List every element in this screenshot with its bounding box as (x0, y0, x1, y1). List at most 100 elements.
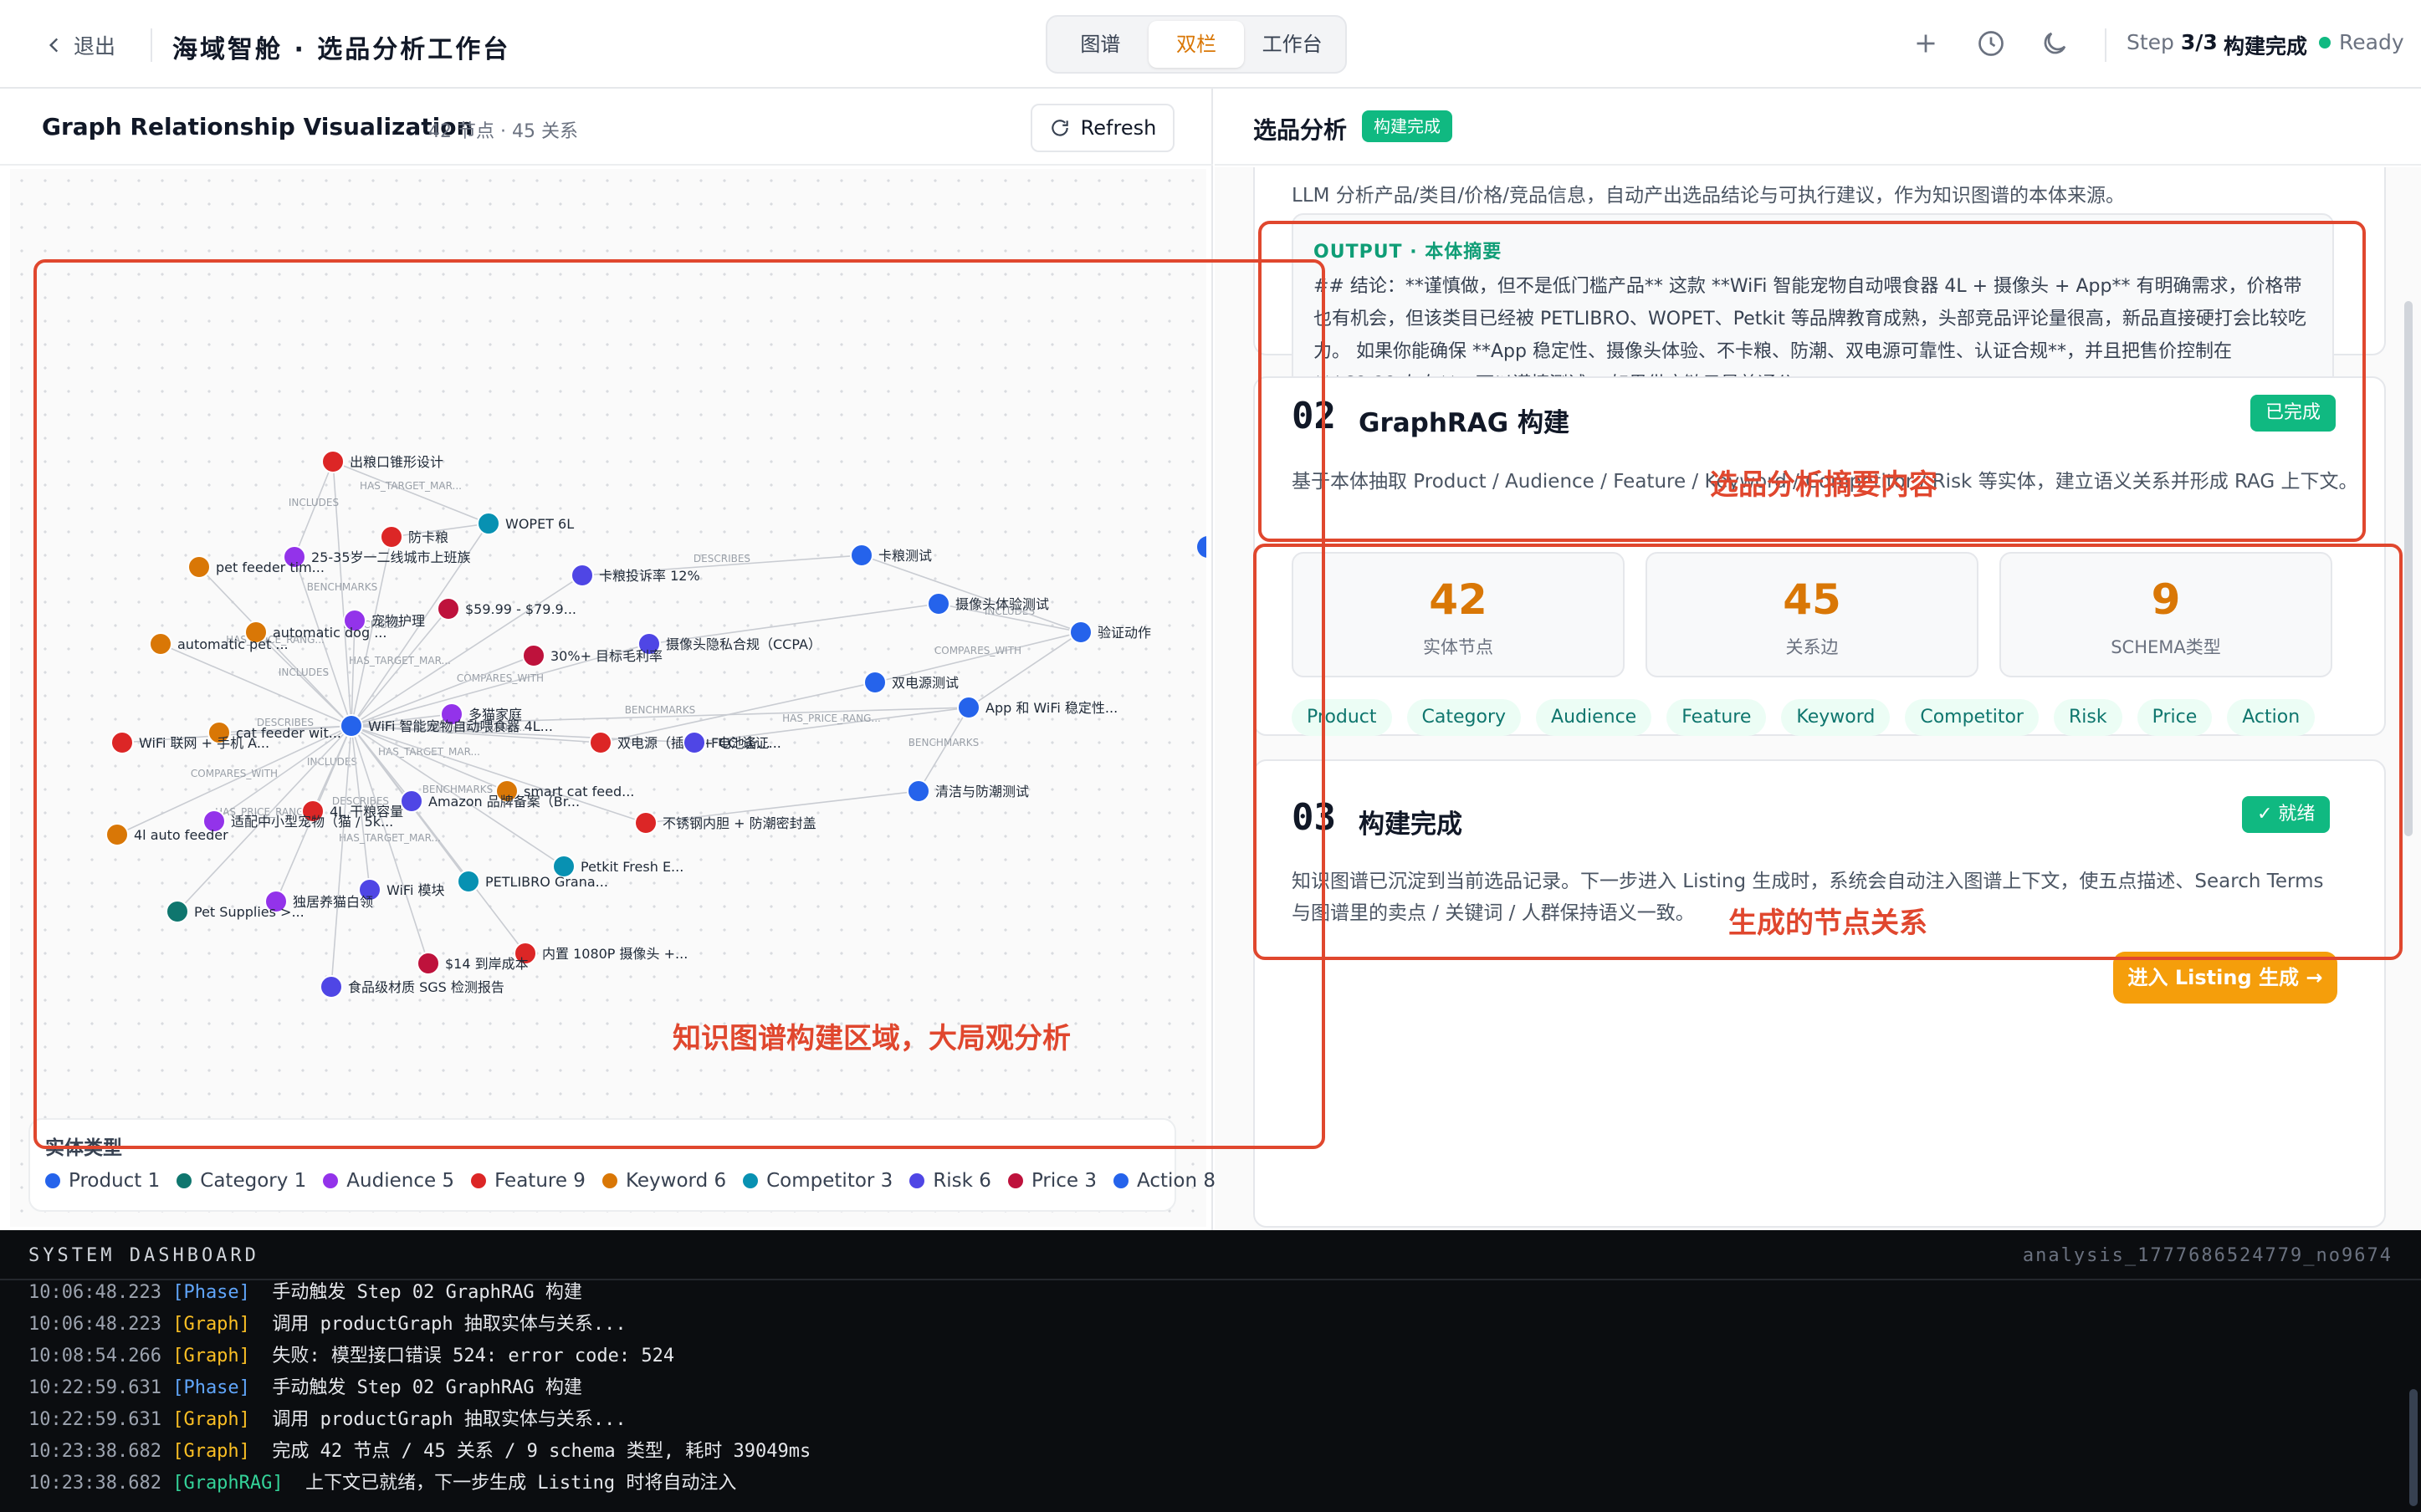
log-timestamp: 10:23:38.682 (28, 1441, 161, 1462)
legend-item: Competitor 3 (743, 1170, 893, 1192)
refresh-icon (1051, 120, 1068, 136)
log-tag: [Graph] (172, 1441, 250, 1462)
log-line: 10:23:38.682 [Graph] 完成 42 节点 / 45 关系 / … (28, 1436, 811, 1468)
clock-icon (1978, 31, 2004, 56)
annotation-graph-label: 知识图谱构建区域，大局观分析 (673, 1022, 1071, 1055)
legend-label: Feature 9 (494, 1170, 586, 1192)
graph-counts: 42 节点 · 45 关系 (428, 121, 578, 142)
legend-label: Action 8 (1137, 1170, 1216, 1192)
annotation-summary-label: 选品分析摘要内容 (1710, 468, 1937, 502)
view-switcher: 图谱 双栏 工作台 (1046, 15, 1347, 74)
legend-item: Price 3 (1007, 1170, 1097, 1192)
log-message: 手动触发 Step 02 GraphRAG 构建 (272, 1282, 582, 1303)
log-timestamp: 10:23:38.682 (28, 1473, 161, 1494)
legend-item: Keyword 6 (601, 1170, 727, 1192)
legend-dot (45, 1173, 60, 1188)
log-line: 10:08:54.266 [Graph] 失败: 模型接口错误 524: err… (28, 1341, 674, 1372)
legend-dot (323, 1173, 339, 1188)
log-tag: [Graph] (172, 1346, 250, 1366)
legend-dot (909, 1173, 925, 1188)
log-timestamp: 10:06:48.223 (28, 1314, 161, 1335)
legend-label: Audience 5 (346, 1170, 455, 1192)
legend-item: Risk 6 (909, 1170, 991, 1192)
build-status: 构建完成 (2224, 34, 2308, 59)
chevron-left-icon (49, 38, 59, 53)
log-timestamp: 10:22:59.631 (28, 1409, 161, 1430)
refresh-label: Refresh (1080, 116, 1157, 140)
log-tag: [GraphRAG] (172, 1473, 284, 1494)
app-title: 海域智舱 · 选品分析工作台 (172, 35, 511, 64)
log-message: 失败: 模型接口错误 524: error code: 524 (272, 1346, 675, 1366)
legend-item: Action 8 (1113, 1170, 1216, 1192)
log-timestamp: 10:06:48.223 (28, 1282, 161, 1303)
legend-dot (471, 1173, 487, 1188)
console-scrollbar[interactable] (2409, 1389, 2418, 1506)
legend-items: Product 1 Category 1 Audience 5 Feature 9 Ke… (45, 1170, 1216, 1192)
legend-item: Audience 5 (323, 1170, 454, 1192)
graph-panel-header: Graph Relationship Visualization 42 节点 ·… (0, 89, 1213, 166)
legend-dot (177, 1173, 192, 1188)
divider (2105, 28, 2106, 62)
log-tag: [Graph] (172, 1314, 250, 1335)
log-line: 10:22:59.631 [Phase] 手动触发 Step 02 GraphR… (28, 1372, 582, 1404)
divider (151, 28, 152, 62)
log-message: 上下文已就绪，下一步生成 Listing 时将自动注入 (305, 1473, 737, 1494)
legend-dot (743, 1173, 759, 1188)
status-badge: 构建完成 (1362, 110, 1452, 142)
legend-dot (1007, 1173, 1023, 1188)
annotation-relations-label: 生成的节点关系 (1728, 907, 1927, 940)
log-tag: [Phase] (172, 1282, 250, 1303)
legend-label: Category 1 (200, 1170, 307, 1192)
legend-dot (601, 1173, 617, 1188)
log-tag: [Graph] (172, 1409, 250, 1430)
dashboard-header: SYSTEM DASHBOARD analysis_1777686524779_… (0, 1230, 2421, 1280)
log-message: 调用 productGraph 抽取实体与关系... (272, 1314, 627, 1335)
log-message: 完成 42 节点 / 45 关系 / 9 schema 类型, 耗时 39049… (272, 1441, 811, 1462)
add-button[interactable] (1911, 28, 1941, 59)
legend-item: Feature 9 (471, 1170, 586, 1192)
top-bar: 退出 海域智舱 · 选品分析工作台 图谱 双栏 工作台 Step 3/3 构建完… (0, 0, 2421, 89)
legend-label: Keyword 6 (625, 1170, 727, 1192)
legend-item: Product 1 (45, 1170, 160, 1192)
refresh-button[interactable]: Refresh (1031, 104, 1175, 152)
legend-label: Competitor 3 (766, 1170, 893, 1192)
theme-toggle[interactable] (2040, 28, 2070, 59)
log-line: 10:22:59.631 [Graph] 调用 productGraph 抽取实… (28, 1404, 627, 1436)
analysis-title: 选品分析 (1253, 116, 1348, 144)
status-dot (2319, 36, 2331, 49)
tab-workbench[interactable]: 工作台 (1244, 21, 1340, 68)
log-line: 10:23:38.682 [GraphRAG] 上下文已就绪，下一步生成 Lis… (28, 1468, 736, 1499)
log-line: 10:06:48.223 [Graph] 调用 productGraph 抽取实… (28, 1309, 627, 1341)
legend-label: Product 1 (69, 1170, 161, 1192)
legend-label: Price 3 (1031, 1170, 1097, 1192)
tab-graph[interactable]: 图谱 (1052, 21, 1149, 68)
plus-icon (1917, 34, 1935, 53)
legend-label: Risk 6 (933, 1170, 991, 1192)
exit-button[interactable]: 退出 (44, 30, 115, 60)
legend-dot (1113, 1173, 1129, 1188)
log-message: 调用 productGraph 抽取实体与关系... (272, 1409, 627, 1430)
history-button[interactable] (1976, 28, 2006, 59)
scrollbar[interactable] (2403, 167, 2414, 1230)
step-indicator: Step 3/3 (2127, 30, 2218, 54)
ready-status: Ready (2319, 30, 2404, 54)
analysis-header: 选品分析 构建完成 (1215, 89, 2421, 166)
log-console[interactable]: 10:06:48.223 [Phase] 手动触发 Step 02 GraphR… (28, 1280, 2388, 1512)
ready-label: Ready (2339, 30, 2404, 54)
log-tag: [Phase] (172, 1377, 250, 1398)
log-timestamp: 10:22:59.631 (28, 1377, 161, 1398)
session-id: analysis_1777686524779_no9674 (2022, 1245, 2393, 1266)
scroll-thumb[interactable] (2404, 301, 2413, 836)
graph-title: Graph Relationship Visualization (42, 113, 473, 140)
log-line: 10:06:48.223 [Phase] 手动触发 Step 02 GraphR… (28, 1280, 582, 1309)
dashboard-title: SYSTEM DASHBOARD (28, 1245, 259, 1266)
annotation-relations-area (1253, 544, 2403, 960)
log-message: 手动触发 Step 02 GraphRAG 构建 (272, 1377, 582, 1398)
step-01-description: LLM 分析产品/类目/价格/竞品信息，自动产出选品结论与可执行建议，作为知识图… (1292, 185, 2126, 207)
log-timestamp: 10:08:54.266 (28, 1346, 161, 1366)
exit-label: 退出 (74, 34, 116, 59)
system-dashboard: SYSTEM DASHBOARD analysis_1777686524779_… (0, 1230, 2421, 1512)
tab-split[interactable]: 双栏 (1148, 21, 1245, 68)
moon-icon (2044, 32, 2066, 54)
legend-item: Category 1 (177, 1170, 306, 1192)
